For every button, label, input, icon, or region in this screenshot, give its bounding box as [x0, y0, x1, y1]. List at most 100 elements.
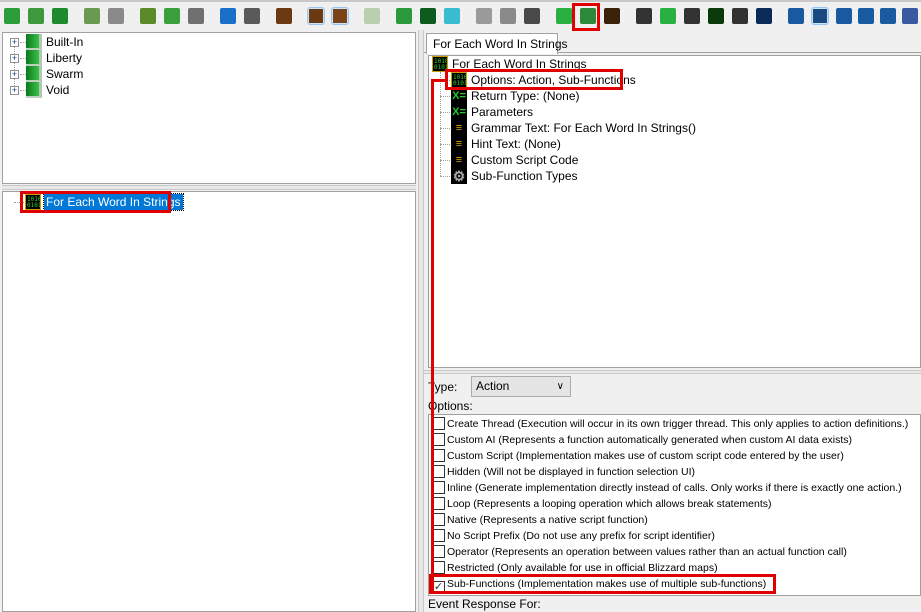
highlight-box [572, 3, 600, 31]
detail-tree-item[interactable]: Custom Script Code [471, 152, 578, 168]
record-icon[interactable] [708, 8, 724, 24]
option-label: Loop (Represents a looping operation whi… [447, 498, 772, 510]
gear-icon: ⚙ [451, 168, 467, 184]
unit-icon[interactable] [836, 8, 852, 24]
library-tree-item[interactable]: Built-In [46, 34, 83, 50]
back-arrow-icon[interactable] [220, 8, 236, 24]
option-row[interactable]: Hidden (Will not be displayed in functio… [432, 464, 695, 480]
function-f-icon[interactable] [604, 8, 620, 24]
new-action-icon[interactable] [556, 8, 572, 24]
tree-connector [440, 96, 450, 97]
library-book-icon [26, 50, 42, 66]
trigger-list-icon[interactable] [307, 7, 325, 25]
detail-tree-item[interactable]: Parameters [471, 104, 533, 120]
text-lines-icon: ≡ [451, 152, 467, 168]
highlight-connector [431, 79, 446, 82]
library-book-icon [26, 34, 42, 50]
option-label: Inline (Generate implementation directly… [447, 482, 902, 494]
highlight-box [445, 69, 623, 90]
arrow-right-icon[interactable] [500, 8, 516, 24]
import-icon[interactable] [880, 8, 896, 24]
option-label: Native (Represents a native script funct… [447, 514, 648, 526]
cog-doc-icon[interactable] [811, 7, 829, 25]
tab-for-each-word[interactable]: For Each Word In Strings [426, 33, 568, 54]
assign-icon[interactable] [684, 8, 700, 24]
clapper-icon[interactable] [524, 8, 540, 24]
library-tree-item[interactable]: Void [46, 82, 69, 98]
option-row[interactable]: Inline (Generate implementation directly… [432, 480, 902, 496]
option-label: Restricted (Only available for use in of… [447, 562, 718, 574]
option-label: Create Thread (Execution will occur in i… [447, 418, 909, 430]
tree-connector [440, 176, 450, 177]
detail-tree-item[interactable]: Sub-Function Types [471, 168, 578, 184]
lambda-icon[interactable] [636, 8, 652, 24]
highlight-box [429, 574, 776, 594]
option-label: Hidden (Will not be displayed in functio… [447, 466, 696, 478]
option-row[interactable]: Operator (Represents an operation betwee… [432, 544, 847, 560]
open-folder-icon[interactable] [28, 8, 44, 24]
event-response-label: Event Response For: [428, 597, 541, 611]
save-icon[interactable] [52, 8, 68, 24]
globe-icon[interactable] [902, 8, 918, 24]
option-label: No Script Prefix (Do not use any prefix … [447, 530, 715, 542]
option-label: Operator (Represents an operation betwee… [447, 546, 847, 558]
expand-icon[interactable]: + [10, 70, 19, 79]
tree-connector [440, 144, 450, 145]
chevron-down-icon: ∨ [556, 381, 564, 392]
option-row[interactable]: Create Thread (Execution will occur in i… [432, 416, 908, 432]
text-a-icon[interactable] [858, 8, 874, 24]
paste-icon[interactable] [188, 8, 204, 24]
option-row[interactable]: Loop (Represents a looping operation whi… [432, 496, 772, 512]
detail-tree-item[interactable]: Return Type: (None) [471, 88, 580, 104]
detail-tree-item[interactable]: Hint Text: (None) [471, 136, 561, 152]
flag-icon[interactable] [476, 8, 492, 24]
highlight-connector [431, 79, 434, 591]
text-lines-icon: ≡ [451, 136, 467, 152]
tree-connector [440, 160, 450, 161]
trigger-panel-icon[interactable] [331, 7, 349, 25]
new-file-icon[interactable] [4, 8, 20, 24]
forward-arrow-icon[interactable] [244, 8, 260, 24]
toolbar [0, 0, 921, 30]
splitter[interactable] [2, 185, 416, 190]
option-row[interactable]: No Script Prefix (Do not use any prefix … [432, 528, 715, 544]
expand-icon[interactable]: + [10, 54, 19, 63]
folder-icon[interactable] [396, 8, 412, 24]
options-label: Options: [428, 399, 473, 413]
crystal-icon[interactable] [788, 8, 804, 24]
option-label: Custom AI (Represents a function automat… [447, 434, 853, 446]
type-select[interactable]: Action ∨ [471, 376, 571, 397]
terminal-icon[interactable] [420, 8, 436, 24]
tree-connector [440, 128, 450, 129]
variable-icon: X= [451, 88, 467, 104]
variable-icon: X= [451, 104, 467, 120]
option-row[interactable]: Custom AI (Represents a function automat… [432, 432, 852, 448]
library-book-icon [26, 82, 42, 98]
library-book-icon [26, 66, 42, 82]
type-value: Action [476, 379, 510, 393]
option-row[interactable]: Native (Represents a native script funct… [432, 512, 648, 528]
script-doc-icon[interactable] [364, 8, 380, 24]
detail-tree-item[interactable]: Grammar Text: For Each Word In Strings() [471, 120, 696, 136]
cut-icon[interactable] [140, 8, 156, 24]
element-tree[interactable] [2, 191, 416, 612]
grid-icon[interactable] [732, 8, 748, 24]
tree-connector [440, 112, 450, 113]
redo-icon[interactable] [108, 8, 124, 24]
expand-icon[interactable]: + [10, 86, 19, 95]
option-row[interactable]: Custom Script (Implementation makes use … [432, 448, 844, 464]
trigger-module-icon[interactable] [276, 8, 292, 24]
library-tree-item[interactable]: Liberty [46, 50, 82, 66]
option-label: Custom Script (Implementation makes use … [447, 450, 844, 462]
splitter[interactable] [424, 370, 921, 374]
expand-icon[interactable]: + [10, 38, 19, 47]
text-lines-icon: ≡ [451, 120, 467, 136]
copy-icon[interactable] [164, 8, 180, 24]
library-tree-item[interactable]: Swarm [46, 66, 83, 82]
preset-icon[interactable] [444, 8, 460, 24]
undo-icon[interactable] [84, 8, 100, 24]
variable-a-icon[interactable] [660, 8, 676, 24]
x-equals-icon[interactable] [756, 8, 772, 24]
highlight-box [20, 191, 171, 213]
tree-connector [14, 42, 15, 90]
